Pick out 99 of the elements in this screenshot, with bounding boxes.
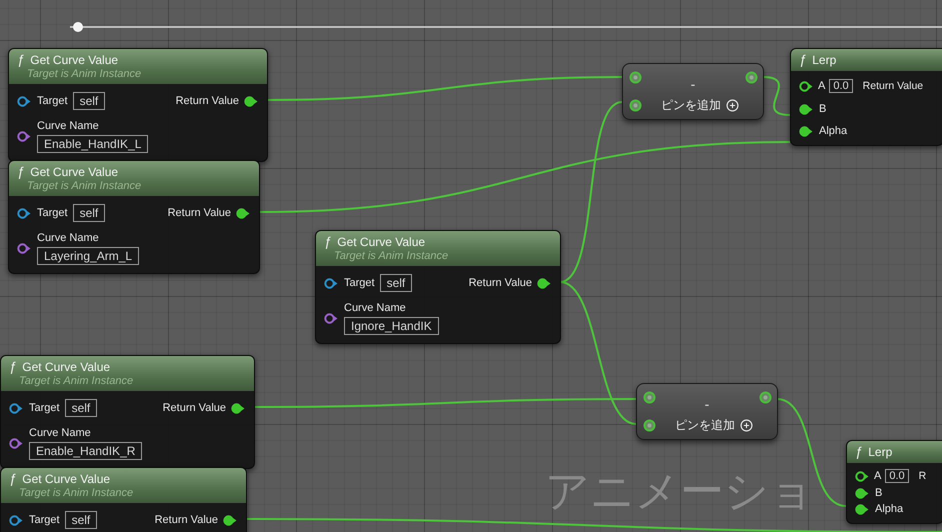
input-pin-icon[interactable] [628, 98, 642, 112]
input-pin-icon[interactable] [855, 504, 870, 514]
target-field[interactable]: self [64, 511, 98, 529]
pin-label: A [874, 470, 882, 482]
target-field[interactable]: self [380, 274, 412, 292]
wire[interactable] [560, 281, 636, 425]
curve-name-field[interactable]: Enable_HandIK_R [29, 442, 142, 460]
node-title: Get Curve Value [22, 360, 110, 374]
pin-label: Target [37, 207, 68, 219]
target-field[interactable]: self [64, 399, 98, 417]
function-icon: ƒ [9, 359, 16, 374]
pin-label: Target [37, 95, 68, 107]
node-subtitle: Target is Anim Instance [18, 375, 134, 387]
name-pin-icon[interactable] [17, 243, 32, 254]
graph-canvas[interactable] [0, 0, 942, 532]
wire[interactable] [266, 76, 622, 101]
function-node[interactable]: ƒ Lerp A 0.0 R B Alpha [846, 440, 942, 524]
add-icon [726, 98, 739, 112]
curve-name-field[interactable]: Layering_Arm_L [37, 247, 140, 265]
value-field[interactable]: 0.0 [829, 79, 853, 93]
node-subtitle: Target is Anim Instance [333, 250, 450, 262]
node-subtitle: Target is Anim Instance [18, 487, 134, 499]
output-pin-icon[interactable] [537, 278, 552, 288]
function-node[interactable]: ƒ Lerp A 0.0 Return Value B Alpha [790, 48, 942, 146]
node-title: Lerp [812, 52, 836, 66]
pin-label: B [875, 487, 882, 499]
target-field[interactable]: self [72, 92, 106, 110]
object-pin-icon[interactable] [9, 402, 24, 414]
node-title: Get Curve Value [30, 164, 118, 178]
function-node[interactable]: ƒ Get Curve Value Target is Anim Instance Target self Return Value Curve Name Enable_HandIK_R [0, 355, 255, 469]
node-subtitle: Target is Anim Instance [26, 68, 142, 80]
pin-label: Target [29, 402, 60, 414]
pin-label: Return Value [162, 402, 226, 414]
pin-label: Target [344, 277, 375, 289]
add-icon [740, 418, 753, 432]
input-pin-icon[interactable] [855, 470, 870, 482]
input-pin-icon[interactable] [799, 126, 814, 136]
operator-symbol: - [690, 76, 696, 92]
input-pin-icon[interactable] [628, 71, 642, 84]
function-node[interactable]: ƒ Get Curve Value Target is Anim Instance Target self Return Value Curve Name Ignore_HandIK [315, 230, 561, 344]
object-pin-icon[interactable] [324, 278, 339, 288]
function-icon: ƒ [855, 444, 862, 459]
curve-name-field[interactable]: Ignore_HandIK [344, 317, 439, 335]
subtract-node[interactable]: - ピンを追加 [636, 383, 778, 440]
node-title: Get Curve Value [30, 52, 118, 66]
output-pin-icon[interactable] [236, 208, 251, 218]
operator-symbol: - [704, 396, 710, 412]
pin-label: Curve Name [37, 120, 100, 132]
pin-label: R [918, 470, 926, 482]
wire[interactable] [762, 76, 790, 116]
pin-label: Target [29, 514, 60, 526]
output-pin-icon[interactable] [231, 402, 246, 414]
function-node[interactable]: ƒ Get Curve Value Target is Anim Instance Target self Return Value [0, 467, 247, 532]
name-pin-icon[interactable] [324, 313, 339, 324]
pin-label: Return Value [862, 80, 924, 92]
pin-label: Alpha [875, 503, 904, 515]
function-node[interactable]: ƒ Get Curve Value Target is Anim Instance Target self Return Value Curve Name Layering_Arm_L [8, 160, 260, 274]
target-field[interactable]: self [72, 204, 106, 222]
function-icon: ƒ [9, 471, 16, 486]
function-icon: ƒ [799, 52, 806, 67]
pin-label: Curve Name [344, 302, 407, 314]
wire[interactable] [246, 518, 942, 532]
pin-label: Return Value [176, 95, 239, 107]
pin-label: Curve Name [29, 427, 92, 439]
input-pin-icon[interactable] [855, 488, 870, 498]
pin-label: Return Value [468, 277, 532, 289]
pin-label: Alpha [819, 125, 848, 137]
wire[interactable] [258, 141, 790, 213]
pin-label: B [819, 103, 826, 115]
value-field[interactable]: 0.0 [885, 469, 909, 483]
node-subtitle: Target is Anim Instance [26, 180, 142, 192]
input-pin-icon[interactable] [799, 80, 814, 92]
object-pin-icon[interactable] [9, 514, 24, 526]
subtract-node[interactable]: - ピンを追加 [622, 63, 764, 120]
add-pin-button[interactable]: ピンを追加 [675, 416, 753, 434]
pin-label: A [818, 80, 826, 92]
input-pin-icon[interactable] [642, 418, 656, 432]
add-pin-button[interactable]: ピンを追加 [661, 96, 739, 114]
node-title: Lerp [868, 444, 892, 458]
output-pin-icon[interactable] [244, 96, 259, 106]
input-pin-icon[interactable] [642, 391, 656, 404]
pin-label: Return Value [168, 207, 231, 219]
wire[interactable] [254, 398, 636, 408]
function-icon: ƒ [17, 52, 24, 67]
node-title: Get Curve Value [337, 234, 426, 248]
object-pin-icon[interactable] [17, 208, 32, 218]
input-pin-icon[interactable] [799, 104, 814, 114]
curve-name-field[interactable]: Enable_HandIK_L [37, 135, 148, 153]
node-title: Get Curve Value [22, 472, 110, 486]
pin-label: Curve Name [37, 232, 100, 244]
output-pin-icon[interactable] [223, 514, 238, 526]
pin-label: Return Value [154, 514, 218, 526]
function-icon: ƒ [17, 164, 24, 179]
function-node[interactable]: ƒ Get Curve Value Target is Anim Instance Target self Return Value Curve Name Enable_HandIK_L [8, 48, 268, 162]
function-icon: ƒ [324, 234, 332, 249]
name-pin-icon[interactable] [9, 438, 24, 449]
wire[interactable] [560, 101, 622, 283]
name-pin-icon[interactable] [17, 131, 32, 142]
object-pin-icon[interactable] [17, 96, 32, 106]
